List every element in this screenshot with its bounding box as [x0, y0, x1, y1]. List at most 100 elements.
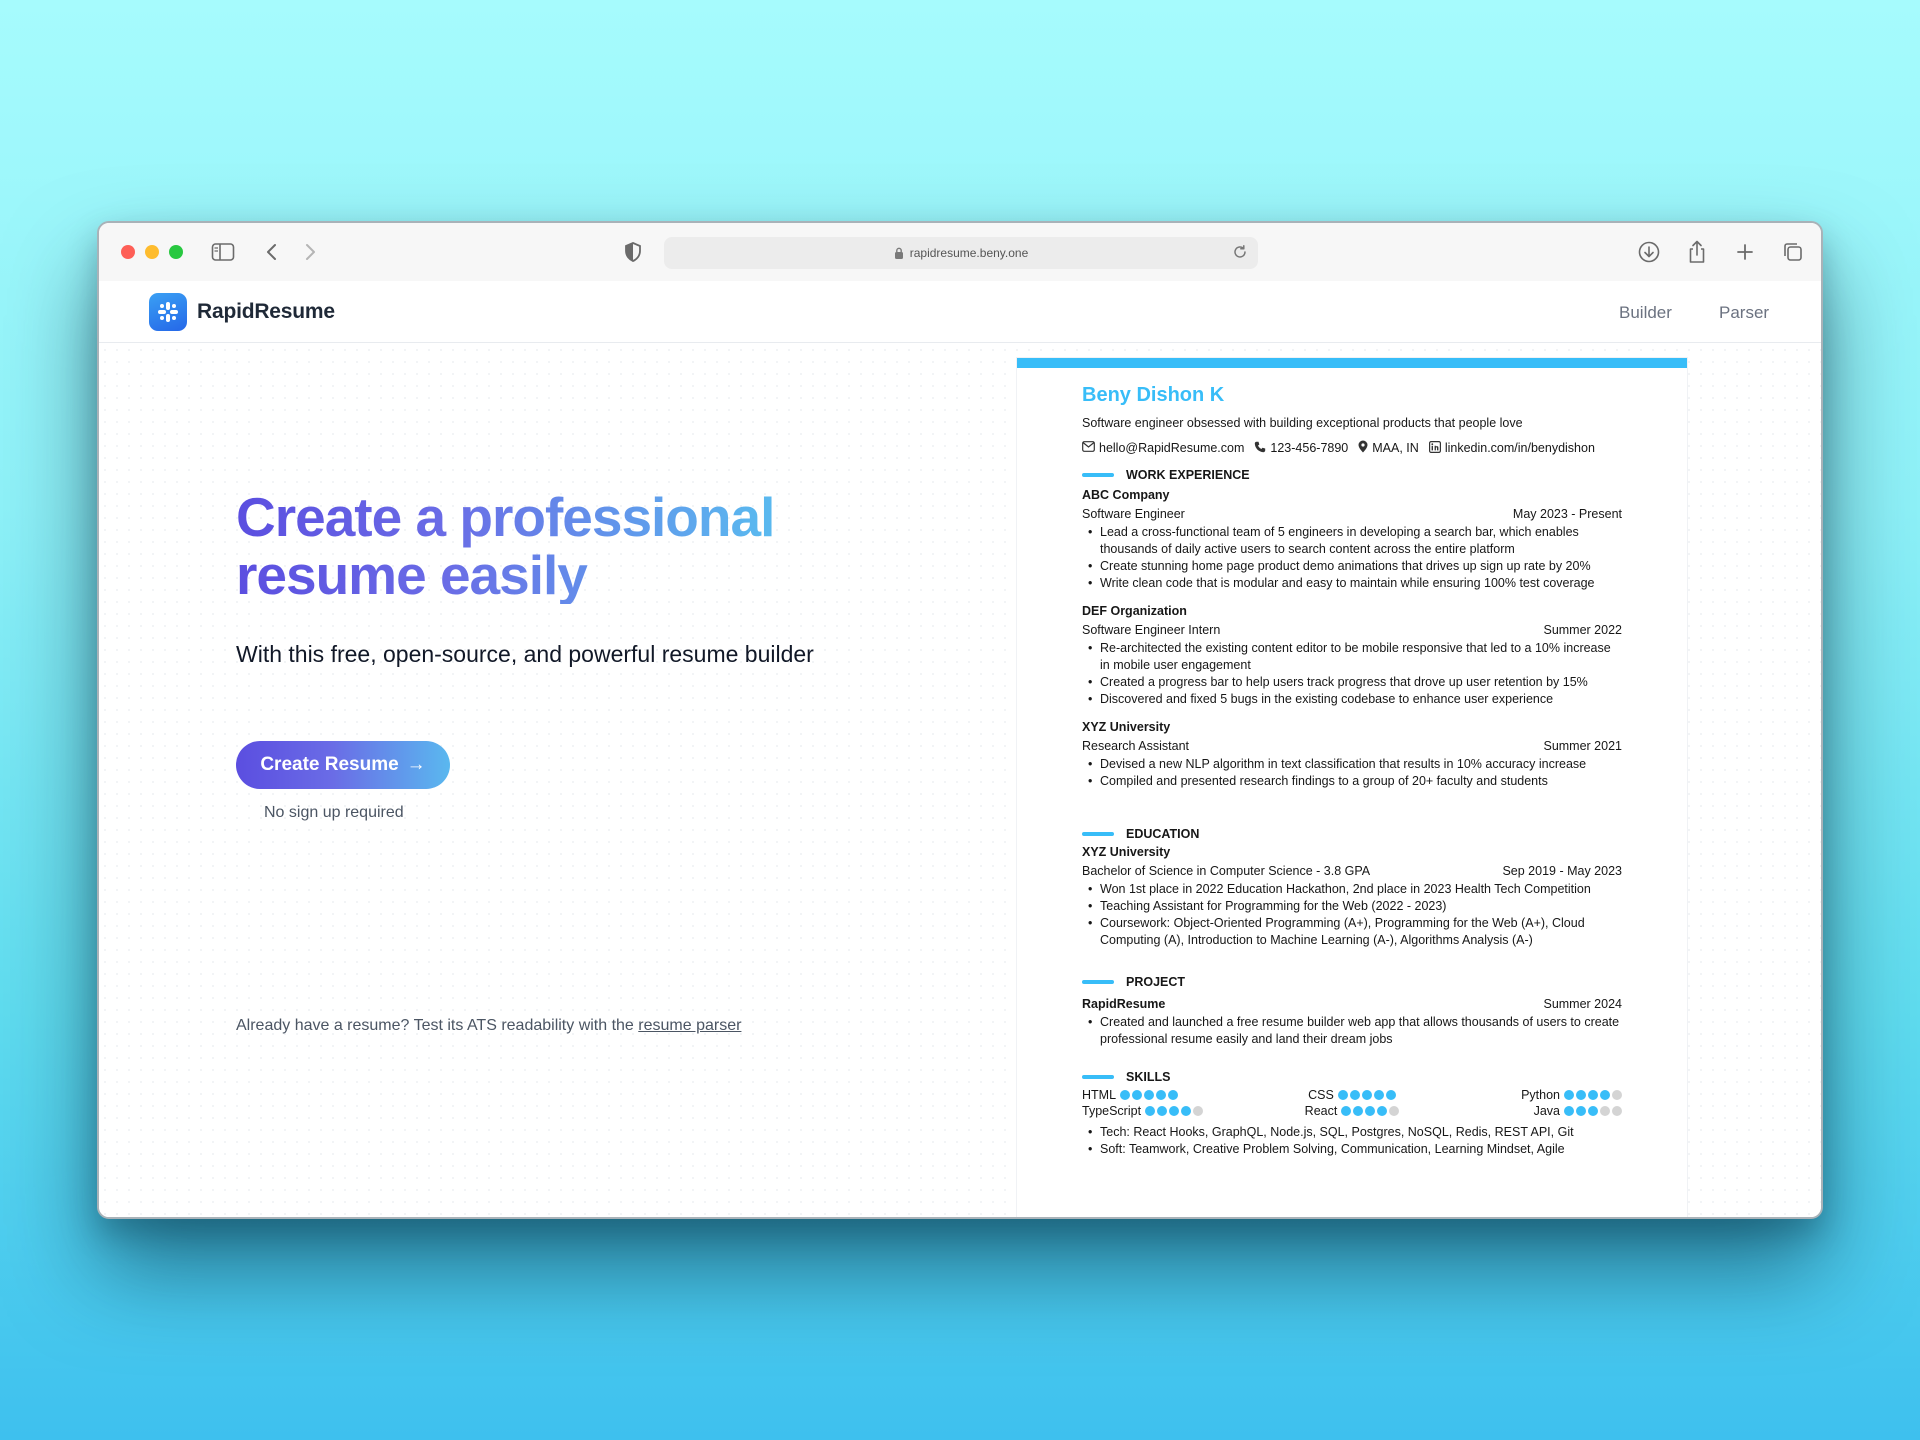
resume-contact: hello@RapidResume.com 123-456-7890 MAA, …	[1082, 440, 1622, 456]
rating-dot	[1157, 1106, 1168, 1116]
new-tab-icon[interactable]	[1732, 239, 1758, 265]
work-company: ABC Company	[1082, 488, 1170, 502]
rating-dot	[1600, 1106, 1610, 1116]
project-name: RapidResume	[1082, 997, 1166, 1011]
skill-item: React	[1262, 1104, 1442, 1118]
create-resume-label: Create Resume	[260, 754, 399, 775]
work-bullets: Re-architected the existing content edit…	[1082, 640, 1622, 708]
bullet-item: Tech: React Hooks, GraphQL, Node.js, SQL…	[1082, 1124, 1622, 1141]
ats-text: Already have a resume? Test its ATS read…	[236, 1017, 634, 1034]
project-bullets: Created and launched a free resume build…	[1082, 1014, 1622, 1048]
project-section: PROJECT RapidResume Summer 2024 Created …	[1082, 975, 1622, 1048]
browser-toolbar: rapidresume.beny.one	[99, 223, 1821, 281]
work-heading-text: WORK EXPERIENCE	[1126, 468, 1250, 482]
rating-dot	[1389, 1106, 1400, 1116]
rating-dot	[1576, 1090, 1586, 1100]
skill-item: Java	[1442, 1104, 1622, 1118]
project-heading: PROJECT	[1082, 975, 1622, 989]
resume-accent-bar	[1017, 358, 1687, 368]
create-resume-button[interactable]: Create Resume →	[236, 741, 450, 789]
brand-logo[interactable]: RapidResume	[149, 293, 335, 331]
work-section: WORK EXPERIENCE ABC Company Software Eng…	[1082, 468, 1622, 790]
rating-dot	[1576, 1106, 1586, 1116]
work-company: XYZ University	[1082, 720, 1171, 734]
skill-rating	[1145, 1106, 1204, 1116]
contact-email-text: hello@RapidResume.com	[1099, 441, 1245, 455]
education-heading-text: EDUCATION	[1126, 827, 1200, 841]
contact-email: hello@RapidResume.com	[1082, 441, 1244, 455]
hero-title-line2: resume easily	[236, 544, 587, 606]
contact-phone-text: 123-456-7890	[1270, 441, 1349, 455]
project-row: RapidResume Summer 2024	[1082, 997, 1622, 1011]
contact-linkedin-text: linkedin.com/in/benydishon	[1444, 441, 1595, 455]
resume-preview: Beny Dishon K Software engineer obsessed…	[1017, 358, 1687, 1217]
forward-icon[interactable]	[297, 239, 323, 265]
education-section: EDUCATION XYZ University Bachelor of Sci…	[1082, 827, 1622, 949]
skill-name: TypeScript	[1082, 1104, 1142, 1118]
project-date: Summer 2024	[1543, 997, 1622, 1011]
bullet-item: Re-architected the existing content edit…	[1082, 640, 1622, 674]
work-role: Software Engineer	[1082, 507, 1185, 521]
work-role-row: Software Engineer Intern Summer 2022	[1082, 623, 1622, 637]
skill-rating	[1341, 1106, 1400, 1116]
work-bullets: Lead a cross-functional team of 5 engine…	[1082, 524, 1622, 592]
close-window-button[interactable]	[121, 245, 135, 259]
contact-phone: 123-456-7890	[1254, 441, 1348, 456]
rating-dot	[1337, 1090, 1348, 1100]
nav-link-parser[interactable]: Parser	[1719, 303, 1769, 323]
mail-icon	[1082, 441, 1095, 455]
bullet-item: Soft: Teamwork, Creative Problem Solving…	[1082, 1141, 1622, 1158]
rating-dot	[1169, 1106, 1180, 1116]
logo-icon	[149, 293, 187, 331]
downloads-icon[interactable]	[1636, 239, 1662, 265]
rating-dot	[1361, 1090, 1372, 1100]
skill-item: CSS	[1262, 1088, 1442, 1102]
rating-dot	[1193, 1106, 1204, 1116]
skill-name: Python	[1521, 1088, 1560, 1102]
reload-icon[interactable]	[1232, 244, 1248, 260]
skill-name: Java	[1533, 1104, 1560, 1118]
work-role-row: Software Engineer May 2023 - Present	[1082, 507, 1622, 521]
contact-location-text: MAA, IN	[1372, 441, 1419, 455]
address-bar[interactable]: rapidresume.beny.one	[664, 237, 1258, 269]
skill-name: HTML	[1082, 1088, 1117, 1102]
rating-dot	[1588, 1106, 1598, 1116]
privacy-shield-icon[interactable]	[620, 239, 646, 265]
window-controls	[121, 245, 183, 259]
minimize-window-button[interactable]	[145, 245, 159, 259]
skill-rating	[1120, 1090, 1179, 1100]
back-icon[interactable]	[259, 239, 285, 265]
contact-location: MAA, IN	[1358, 440, 1419, 456]
rating-dot	[1353, 1106, 1364, 1116]
share-icon[interactable]	[1684, 239, 1710, 265]
bullet-item: Created a progress bar to help users tra…	[1082, 674, 1622, 691]
zoom-window-button[interactable]	[169, 245, 183, 259]
skill-item: HTML	[1082, 1088, 1262, 1102]
rating-dot	[1377, 1106, 1388, 1116]
skills-heading-text: SKILLS	[1126, 1070, 1171, 1084]
bullet-item: Discovered and fixed 5 bugs in the exist…	[1082, 691, 1622, 708]
work-entry-2: DEF Organization Software Engineer Inter…	[1082, 604, 1622, 708]
site-navbar: RapidResume Builder Parser	[99, 281, 1821, 343]
rating-dot	[1349, 1090, 1360, 1100]
education-degree: Bachelor of Science in Computer Science …	[1082, 864, 1371, 878]
bullet-item: Created and launched a free resume build…	[1082, 1014, 1622, 1048]
tab-overview-icon[interactable]	[1780, 239, 1806, 265]
work-company: DEF Organization	[1082, 604, 1187, 618]
no-signup-note: No sign up required	[264, 804, 404, 821]
section-bar	[1082, 473, 1114, 477]
bullet-item: Create stunning home page product demo a…	[1082, 558, 1622, 575]
project-heading-text: PROJECT	[1126, 975, 1186, 989]
work-date: Summer 2022	[1543, 623, 1622, 637]
section-bar	[1082, 1075, 1114, 1079]
work-role-row: Research Assistant Summer 2021	[1082, 739, 1622, 753]
education-heading: EDUCATION	[1082, 827, 1622, 841]
nav-link-builder[interactable]: Builder	[1619, 303, 1672, 323]
rating-dot	[1373, 1090, 1384, 1100]
skill-name: React	[1304, 1104, 1338, 1118]
resume-parser-link[interactable]: resume parser	[638, 1017, 741, 1034]
bullet-item: Devised a new NLP algorithm in text clas…	[1082, 756, 1622, 773]
skill-item: Python	[1442, 1088, 1622, 1102]
skill-rating	[1564, 1090, 1622, 1100]
sidebar-toggle-icon[interactable]	[210, 239, 236, 265]
